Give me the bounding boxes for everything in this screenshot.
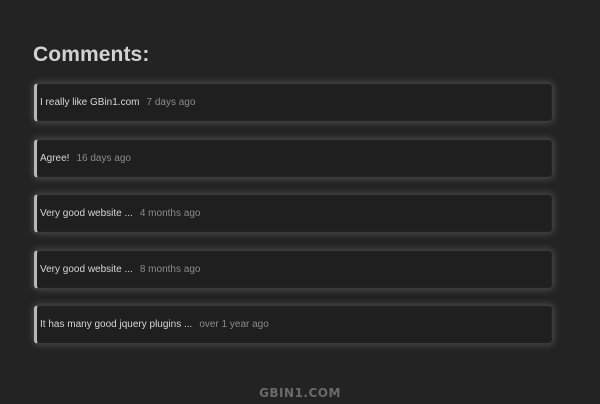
comment-text: Agree! (40, 152, 70, 164)
comment-item: I really like GBin1.com 7 days ago (34, 83, 553, 122)
comment-text: It has many good jquery plugins ... (40, 319, 193, 330)
comment-item: Agree! 16 days ago (34, 138, 553, 178)
site-watermark: GBIN1.COM (259, 386, 341, 400)
comment-list: I really like GBin1.com 7 days ago Agree… (34, 83, 553, 361)
comment-item: It has many good jquery plugins ... over… (34, 305, 553, 344)
comment-text: Very good website ... (40, 208, 133, 219)
comment-item: Very good website ... 4 months ago (34, 194, 553, 233)
comment-timestamp: 16 days ago (76, 152, 131, 164)
comment-timestamp: 7 days ago (146, 97, 196, 108)
comment-text: I really like GBin1.com (40, 97, 140, 108)
comment-text: Very good website ... (40, 263, 133, 275)
comment-timestamp: 4 months ago (139, 208, 201, 219)
comment-timestamp: 8 months ago (139, 263, 201, 275)
comment-item: Very good website ... 8 months ago (34, 249, 553, 289)
comments-heading: Comments: (33, 43, 150, 66)
comment-timestamp: over 1 year ago (199, 319, 269, 330)
